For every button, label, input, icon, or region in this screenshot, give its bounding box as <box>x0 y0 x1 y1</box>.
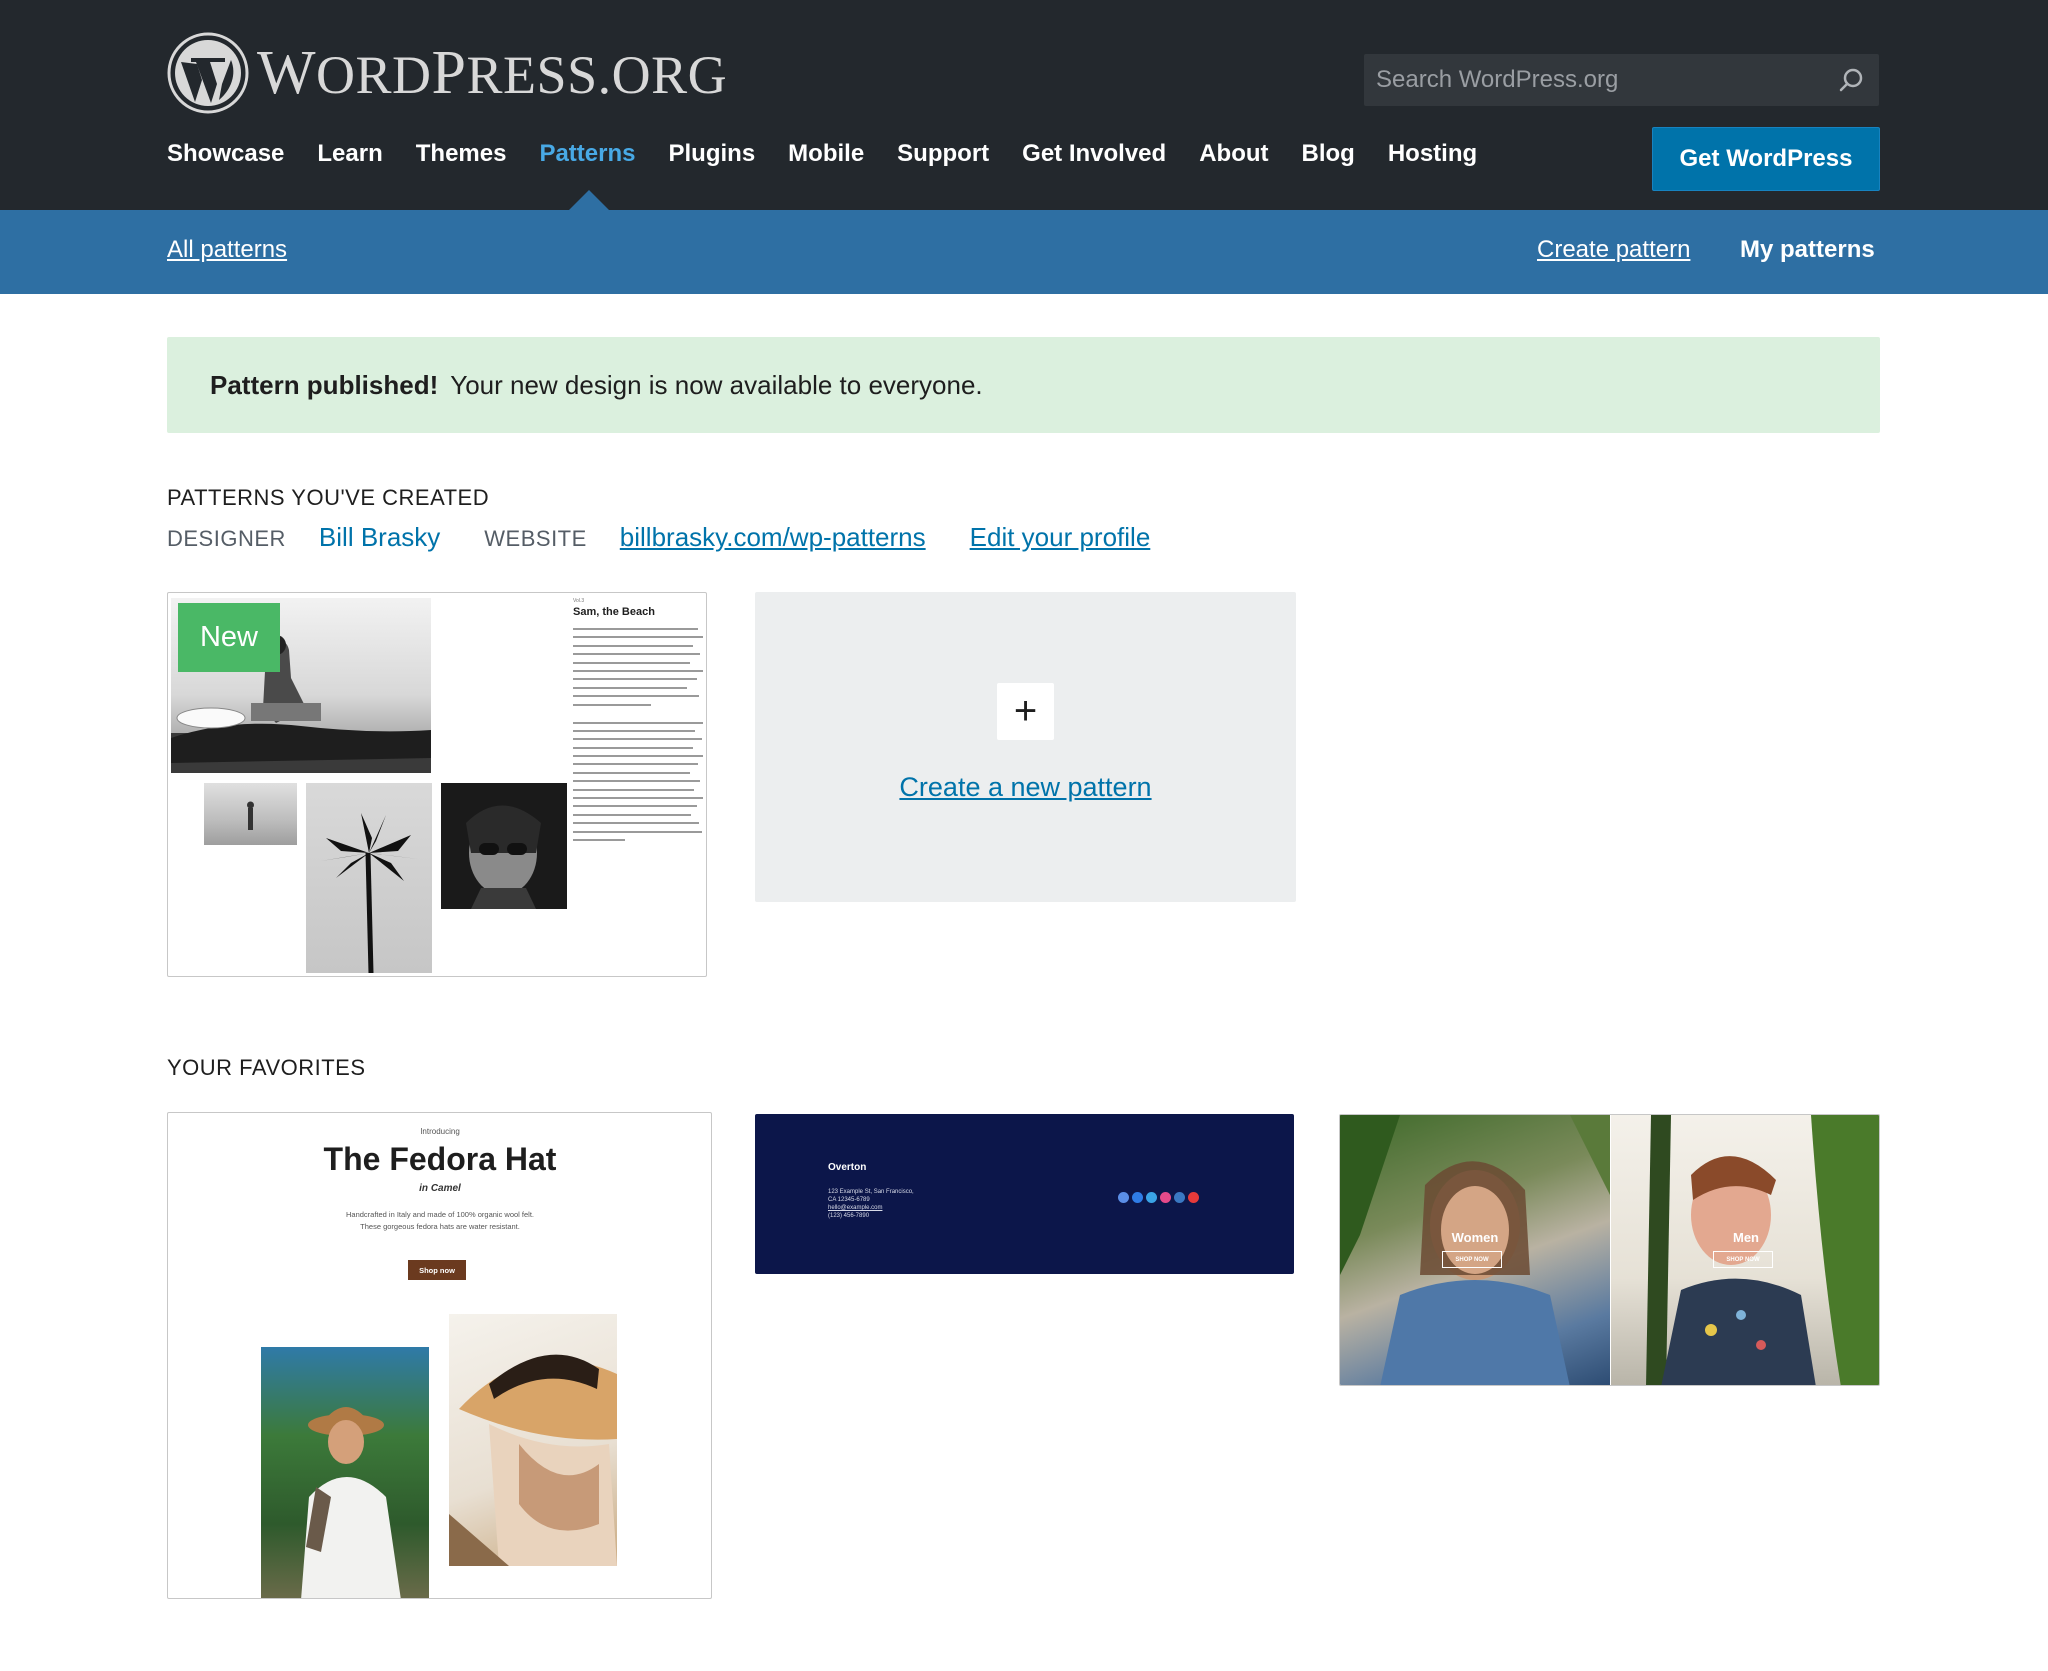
designer-label: DESIGNER <box>167 526 286 551</box>
nav-showcase[interactable]: Showcase <box>167 140 284 168</box>
women-label: Women <box>1451 1230 1499 1245</box>
pattern-photo-beach <box>204 783 297 845</box>
twitter-social-icon <box>1146 1192 1157 1203</box>
men-panel: Men SHOP NOW <box>1611 1115 1879 1385</box>
nav-blog[interactable]: Blog <box>1302 140 1355 168</box>
nav-themes[interactable]: Themes <box>416 140 507 168</box>
search-icon <box>1839 68 1863 92</box>
create-pattern-link[interactable]: Create pattern <box>1537 236 1690 264</box>
nav-support[interactable]: Support <box>897 140 989 168</box>
patterns-subnav: All patterns Create pattern My patterns <box>0 210 2048 294</box>
created-section-heading: PATTERNS YOU'VE CREATED <box>167 485 490 510</box>
logo-wordmark: WORDPRESS.ORG <box>257 39 728 107</box>
pattern-photo-palm <box>306 783 432 973</box>
linkedin-social-icon <box>1174 1192 1185 1203</box>
wordpress-logo[interactable]: WORDPRESS.ORG <box>167 32 727 114</box>
search-button[interactable] <box>1823 54 1879 106</box>
favorite-split-card[interactable]: Women SHOP NOW Men SHOP NOW <box>1339 1114 1880 1386</box>
site-header: WORDPRESS.ORG Showcase Learn Themes Patt… <box>0 0 2048 210</box>
fedora-shop-button: Shop now <box>408 1260 466 1280</box>
nav-about[interactable]: About <box>1199 140 1268 168</box>
create-new-pattern-link[interactable]: Create a new pattern <box>755 772 1296 803</box>
fedora-intro: Introducing <box>420 1127 460 1136</box>
facebook-social-icon <box>1132 1192 1143 1203</box>
search-bar <box>1364 54 1879 106</box>
designer-meta: DESIGNER Bill Brasky WEBSITE billbrasky.… <box>167 522 1150 553</box>
women-panel: Women SHOP NOW <box>1340 1115 1610 1385</box>
youtube-social-icon <box>1188 1192 1199 1203</box>
fedora-title: The Fedora Hat <box>323 1141 557 1177</box>
pattern-preview-title: Sam, the Beach <box>573 606 655 618</box>
nav-hosting[interactable]: Hosting <box>1388 140 1477 168</box>
pattern-kicker: Vol.3 <box>573 598 585 604</box>
men-label: Men <box>1733 1230 1759 1245</box>
nav-plugins[interactable]: Plugins <box>669 140 756 168</box>
wordpress-icon <box>167 32 249 114</box>
website-label: WEBSITE <box>484 526 587 551</box>
pattern-photo-portrait <box>441 783 567 909</box>
favorite-footer-card[interactable]: Overton 123 Example St, San Francisco, C… <box>755 1114 1294 1274</box>
search-input[interactable] <box>1364 54 1823 106</box>
women-shop-button: SHOP NOW <box>1442 1251 1502 1268</box>
notice-text: Your new design is now available to ever… <box>450 369 983 400</box>
fedora-photo-hat-closeup <box>449 1314 617 1566</box>
fedora-description: Handcrafted in Italy and made of 100% or… <box>345 1210 535 1231</box>
favorites-section-heading: YOUR FAVORITES <box>167 1055 366 1080</box>
wordpress-social-icon <box>1118 1192 1129 1203</box>
fedora-photo-woman-outdoors <box>261 1347 429 1598</box>
main-nav: Showcase Learn Themes Patterns Plugins M… <box>167 140 1510 168</box>
notice-title: Pattern published! <box>210 369 439 400</box>
all-patterns-link[interactable]: All patterns <box>167 236 287 264</box>
pattern-text-column: Vol.3 Sam, the Beach <box>573 598 703 847</box>
nav-mobile[interactable]: Mobile <box>788 140 864 168</box>
my-patterns-link[interactable]: My patterns <box>1740 236 1875 264</box>
designer-name-link[interactable]: Bill Brasky <box>319 522 440 553</box>
nav-patterns[interactable]: Patterns <box>539 140 635 168</box>
nav-get-involved[interactable]: Get Involved <box>1022 140 1166 168</box>
footer-address: 123 Example St, San Francisco, CA 12345-… <box>828 1189 914 1219</box>
created-pattern-card[interactable]: New Vol.3 Sam, the Beach <box>167 592 707 977</box>
footer-brand-name: Overton <box>828 1162 867 1173</box>
active-nav-caret <box>569 190 609 210</box>
website-link[interactable]: billbrasky.com/wp-patterns <box>620 522 926 553</box>
success-notice: Pattern published! Your new design is no… <box>167 337 1880 433</box>
fedora-subtitle: in Camel <box>419 1183 461 1194</box>
men-shop-button: SHOP NOW <box>1713 1251 1773 1268</box>
create-new-pattern-card[interactable]: + Create a new pattern <box>755 592 1296 902</box>
favorite-fedora-card[interactable]: Introducing The Fedora Hat in Camel Hand… <box>167 1112 712 1599</box>
instagram-social-icon <box>1160 1192 1171 1203</box>
new-badge: New <box>178 603 280 672</box>
plus-icon[interactable]: + <box>997 683 1054 740</box>
nav-learn[interactable]: Learn <box>317 140 382 168</box>
edit-profile-link[interactable]: Edit your profile <box>970 522 1151 553</box>
get-wordpress-button[interactable]: Get WordPress <box>1652 127 1880 191</box>
